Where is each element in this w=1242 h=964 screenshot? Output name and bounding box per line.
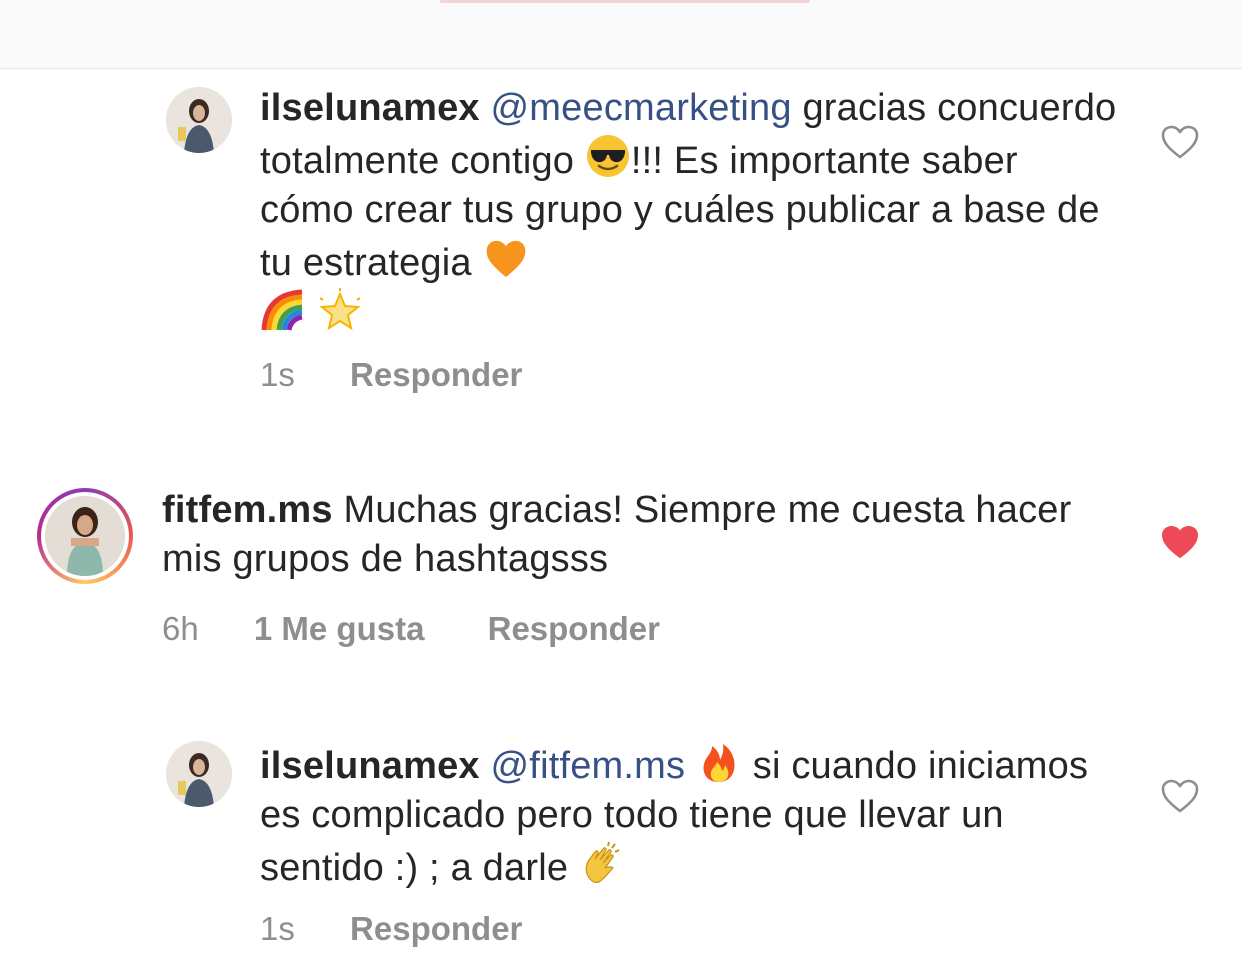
comment-mention[interactable]: @meecmarketing: [491, 87, 792, 129]
comment-body: ilselunamex @fitfem.ms si cuando iniciam…: [260, 738, 1120, 893]
comment-username[interactable]: ilselunamex: [260, 745, 480, 787]
top-bar: [0, 0, 1242, 69]
like-heart-icon[interactable]: [1160, 124, 1200, 160]
like-heart-icon[interactable]: [1160, 778, 1200, 814]
comment-time: 6h: [162, 610, 199, 647]
liked-heart-icon[interactable]: [1160, 524, 1200, 560]
comment-meta: 6h 1 Me gusta Responder: [162, 610, 660, 648]
comment-body: ilselunamex @meecmarketing gracias concu…: [260, 84, 1120, 341]
orange-heart-emoji: [483, 235, 529, 281]
top-level-comment: fitfem.ms Muchas gracias! Siempre me cue…: [0, 486, 1242, 666]
likes-count-link[interactable]: 1 Me gusta: [254, 610, 425, 648]
comment-username[interactable]: fitfem.ms: [162, 489, 333, 531]
avatar[interactable]: [166, 87, 232, 153]
comment-mention[interactable]: @fitfem.ms: [491, 745, 686, 787]
reply-button[interactable]: Responder: [350, 356, 522, 394]
comment-time: 1s: [260, 910, 295, 947]
comment-time: 1s: [260, 356, 295, 393]
reply-button[interactable]: Responder: [488, 610, 660, 648]
reply-button[interactable]: Responder: [350, 910, 522, 948]
story-ring-avatar[interactable]: [37, 488, 133, 584]
comment-username[interactable]: ilselunamex: [260, 87, 480, 129]
top-indicator: [440, 0, 810, 3]
avatar: [45, 496, 125, 576]
reply-comment: ilselunamex @meecmarketing gracias concu…: [0, 84, 1242, 414]
comment-meta: 1s Responder: [260, 356, 522, 394]
avatar[interactable]: [166, 741, 232, 807]
rainbow-emoji: [260, 288, 306, 334]
comment-body: fitfem.ms Muchas gracias! Siempre me cue…: [162, 486, 1112, 584]
glowing-star-emoji: [317, 288, 363, 334]
fire-emoji: [696, 738, 742, 784]
comment-meta: 1s Responder: [260, 910, 522, 948]
sunglasses-emoji: [585, 133, 631, 179]
avatar-border: [41, 492, 129, 580]
reply-comment: ilselunamex @fitfem.ms si cuando iniciam…: [0, 738, 1242, 964]
clapping-hands-emoji: [579, 840, 625, 886]
